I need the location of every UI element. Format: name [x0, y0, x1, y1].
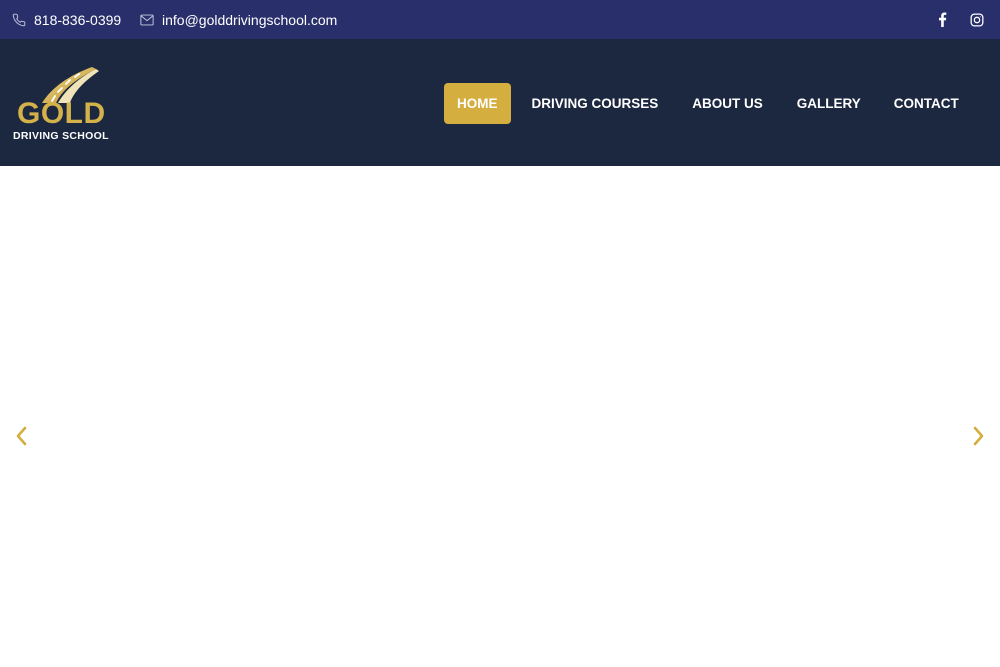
phone-number: 818-836-0399	[34, 11, 122, 28]
nav-home[interactable]: HOME	[444, 83, 511, 124]
slider-prev-button[interactable]	[11, 424, 31, 448]
nav-driving-courses[interactable]: DRIVING COURSES	[532, 83, 659, 124]
phone-icon	[12, 13, 26, 26]
chevron-right-icon	[973, 426, 984, 446]
hero-slider	[0, 166, 1000, 667]
nav-gallery[interactable]: GALLERY	[797, 83, 861, 124]
email-address: info@golddrivingschool.com	[162, 11, 338, 28]
phone-link[interactable]: 818-836-0399	[12, 0, 121, 39]
slider-next-button[interactable]	[969, 424, 989, 448]
site-header: GOLD DRIVING SCHOOL HOME DRIVING COURSES…	[0, 39, 1000, 166]
main-navigation: HOME DRIVING COURSES ABOUT US GALLERY CO…	[444, 83, 959, 124]
logo-subtitle: DRIVING SCHOOL	[13, 130, 109, 142]
nav-contact[interactable]: CONTACT	[894, 83, 959, 124]
top-bar: 818-836-0399 info@golddrivingschool.com	[0, 0, 1000, 39]
envelope-icon	[140, 14, 154, 25]
nav-about-us[interactable]: ABOUT US	[692, 83, 763, 124]
instagram-icon	[970, 13, 984, 26]
facebook-link[interactable]	[932, 0, 952, 39]
facebook-icon	[938, 12, 946, 27]
logo-wordmark: GOLD	[17, 97, 106, 130]
instagram-link[interactable]	[967, 0, 987, 39]
email-link[interactable]: info@golddrivingschool.com	[140, 0, 337, 39]
site-logo[interactable]: GOLD DRIVING SCHOOL	[12, 65, 116, 145]
chevron-left-icon	[16, 426, 27, 446]
